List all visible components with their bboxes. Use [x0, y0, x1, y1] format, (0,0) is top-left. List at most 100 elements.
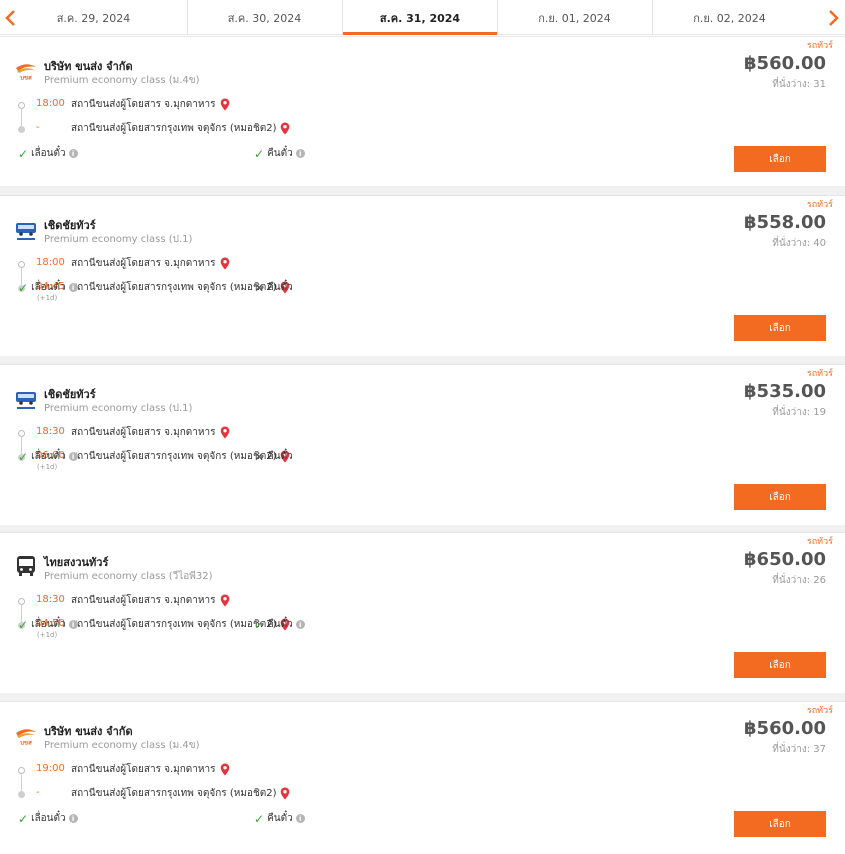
arrival-time: - [36, 122, 40, 133]
refund-ticket-label: คืนตั๋ว [267, 619, 293, 630]
departure-dot-icon [18, 598, 25, 605]
date-tab[interactable]: ส.ค. 30, 2024 [187, 0, 341, 35]
change-ticket-feature: ✓ เลื่อนตั๋ว i [18, 811, 78, 826]
refund-ticket-feature: ✓ คืนตั๋ว i [254, 146, 305, 161]
check-icon: ✓ [18, 811, 29, 826]
location-pin-icon [220, 98, 229, 111]
check-icon: ✓ [254, 146, 265, 161]
cross-icon: ✕ [254, 280, 265, 295]
info-icon[interactable]: i [68, 452, 78, 461]
departure-station[interactable]: สถานีขนส่งผู้โดยสาร จ.มุกดาหาร [71, 762, 230, 777]
check-icon: ✓ [18, 449, 29, 464]
vehicle-type-tag: รถทัวร์ [806, 200, 833, 210]
info-icon[interactable]: i [68, 620, 78, 629]
date-tab-active[interactable]: ส.ค. 31, 2024 [342, 0, 497, 35]
arrival-station[interactable]: สถานีขนส่งผู้โดยสารกรุงเทพ จตุจักร (หมอช… [71, 121, 290, 136]
date-tab[interactable]: ก.ย. 02, 2024 [652, 0, 806, 35]
departure-station[interactable]: สถานีขนส่งผู้โดยสาร จ.มุกดาหาร [71, 425, 230, 440]
check-icon: ✓ [254, 617, 265, 632]
svg-text:บขส: บขส [20, 75, 32, 82]
select-trip-button[interactable]: เลือก [734, 652, 826, 678]
seats-available: ที่นั่งว่าง: 37 [772, 744, 826, 755]
info-icon[interactable]: i [68, 149, 78, 158]
select-trip-button[interactable]: เลือก [734, 315, 826, 341]
departure-station[interactable]: สถานีขนส่งผู้โดยสาร จ.มุกดาหาร [71, 97, 230, 112]
info-icon[interactable]: i [295, 620, 305, 629]
location-pin-icon [220, 426, 229, 439]
change-ticket-label: เลื่อนตั๋ว [31, 451, 66, 462]
seat-class: Premium economy class (ป.1) [44, 403, 193, 414]
refund-ticket-feature: ✕ คืนตั๋ว [254, 280, 293, 295]
trip-card: รถทัวร์ เชิดชัยทัวร์ Premium economy class… [0, 364, 845, 525]
select-trip-button[interactable]: เลือก [734, 484, 826, 510]
svg-text:บขส: บขส [20, 740, 32, 747]
vehicle-type-tag: รถทัวร์ [806, 369, 833, 379]
refund-ticket-label: คืนตั๋ว [267, 451, 293, 462]
change-ticket-feature: ✓ เลื่อนตั๋ว i [18, 449, 78, 464]
next-day-indicator: (+1d) [37, 463, 58, 471]
location-pin-icon [281, 122, 290, 135]
info-icon[interactable]: i [68, 283, 78, 292]
route-line [21, 109, 22, 126]
departure-station-label: สถานีขนส่งผู้โดยสาร จ.มุกดาหาร [71, 258, 216, 269]
seats-available: ที่นั่งว่าง: 31 [772, 79, 826, 90]
trip-card: รถทัวร์ บขส บริษัท ขนส่ง จำกัด Premium econ… [0, 36, 845, 186]
select-trip-button[interactable]: เลือก [734, 146, 826, 172]
ticket-price: ฿535.00 [744, 381, 826, 402]
date-tab[interactable]: ก.ย. 01, 2024 [497, 0, 651, 35]
cherdchai-bus-logo [14, 389, 38, 411]
check-icon: ✓ [254, 811, 265, 826]
change-ticket-label: เลื่อนตั๋ว [31, 813, 66, 824]
vehicle-type-tag: รถทัวร์ [806, 41, 833, 51]
info-icon[interactable]: i [68, 814, 78, 823]
refund-ticket-feature: ✓ คืนตั๋ว i [254, 617, 305, 632]
next-day-indicator: (+1d) [37, 631, 58, 639]
card-separator [0, 525, 845, 532]
departure-dot-icon [18, 261, 25, 268]
departure-station-label: สถานีขนส่งผู้โดยสาร จ.มุกดาหาร [71, 595, 216, 606]
location-pin-icon [220, 763, 229, 776]
previous-date-arrow-icon[interactable] [0, 0, 20, 35]
departure-station-label: สถานีขนส่งผู้โดยสาร จ.มุกดาหาร [71, 427, 216, 438]
seats-available: ที่นั่งว่าง: 19 [772, 407, 826, 418]
bus-icon [14, 555, 38, 577]
seat-class: Premium economy class (ม.4ข) [44, 75, 200, 86]
departure-station-label: สถานีขนส่งผู้โดยสาร จ.มุกดาหาร [71, 764, 216, 775]
refund-ticket-label: คืนตั๋ว [267, 148, 293, 159]
departure-station-label: สถานีขนส่งผู้โดยสาร จ.มุกดาหาร [71, 99, 216, 110]
vehicle-type-tag: รถทัวร์ [806, 537, 833, 547]
info-icon[interactable]: i [295, 814, 305, 823]
departure-dot-icon [18, 102, 25, 109]
refund-ticket-feature: ✓ คืนตั๋ว i [254, 811, 305, 826]
card-separator [0, 356, 845, 364]
select-trip-button[interactable]: เลือก [734, 811, 826, 837]
departure-dot-icon [18, 767, 25, 774]
departure-station[interactable]: สถานีขนส่งผู้โดยสาร จ.มุกดาหาร [71, 256, 230, 271]
departure-station[interactable]: สถานีขนส่งผู้โดยสาร จ.มุกดาหาร [71, 593, 230, 608]
ticket-price: ฿560.00 [744, 718, 826, 739]
refund-ticket-label: คืนตั๋ว [267, 282, 293, 293]
refund-ticket-label: คืนตั๋ว [267, 813, 293, 824]
ticket-price: ฿650.00 [744, 549, 826, 570]
cross-icon: ✕ [254, 449, 265, 464]
cherdchai-bus-logo [14, 220, 38, 242]
info-icon[interactable]: i [295, 149, 305, 158]
date-tab[interactable]: ส.ค. 29, 2024 [20, 0, 167, 35]
trip-card: รถทัวร์ เชิดชัยทัวร์ Premium economy class… [0, 195, 845, 356]
arrival-station-label: สถานีขนส่งผู้โดยสารกรุงเทพ จตุจักร (หมอช… [71, 788, 277, 799]
change-ticket-label: เลื่อนตั๋ว [31, 619, 66, 630]
arrival-station-label: สถานีขนส่งผู้โดยสารกรุงเทพ จตุจักร (หมอช… [71, 451, 277, 462]
ticket-price: ฿560.00 [744, 53, 826, 74]
next-date-arrow-icon[interactable] [824, 0, 844, 35]
vehicle-type-tag: รถทัวร์ [806, 706, 833, 716]
ticket-price: ฿558.00 [744, 212, 826, 233]
change-ticket-feature: ✓ เลื่อนตั๋ว i [18, 280, 78, 295]
check-icon: ✓ [18, 617, 29, 632]
refund-ticket-feature: ✕ คืนตั๋ว [254, 449, 293, 464]
date-selector-bar: ส.ค. 29, 2024 ส.ค. 30, 2024 ส.ค. 31, 202… [0, 0, 845, 35]
arrival-station[interactable]: สถานีขนส่งผู้โดยสารกรุงเทพ จตุจักร (หมอช… [71, 786, 290, 801]
seats-available: ที่นั่งว่าง: 40 [772, 238, 826, 249]
seat-class: Premium economy class (ม.4ข) [44, 740, 200, 751]
arrival-station-label: สถานีขนส่งผู้โดยสารกรุงเทพ จตุจักร (หมอช… [71, 619, 277, 630]
next-day-indicator: (+1d) [37, 294, 58, 302]
